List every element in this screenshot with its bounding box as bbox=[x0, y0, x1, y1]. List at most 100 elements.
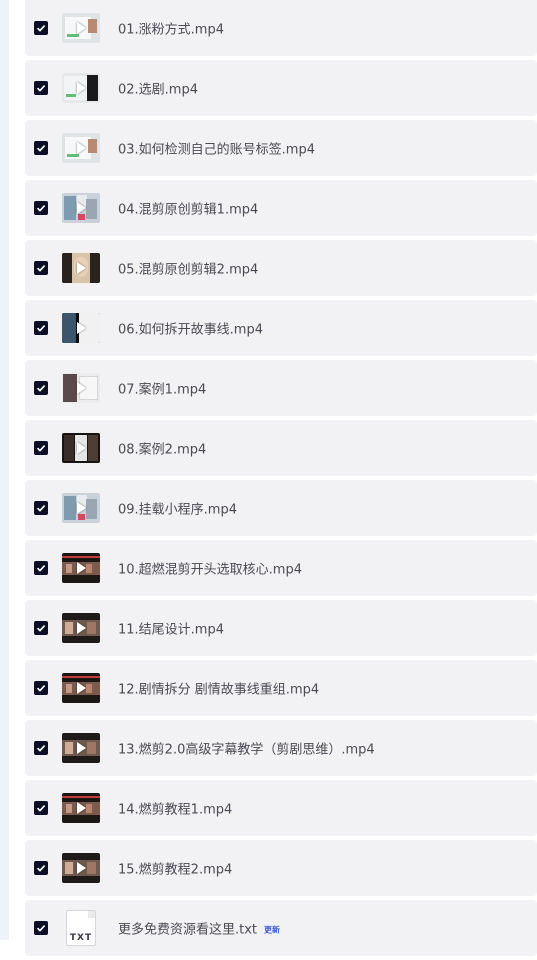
video-thumbnail[interactable] bbox=[62, 373, 100, 403]
file-checkbox[interactable] bbox=[34, 381, 48, 395]
file-row[interactable]: 07.案例1.mp4 bbox=[25, 360, 537, 416]
play-icon bbox=[77, 682, 86, 694]
file-name[interactable]: 01.涨粉方式.mp4 bbox=[118, 19, 224, 38]
file-checkbox[interactable] bbox=[34, 141, 48, 155]
txt-file-icon[interactable]: TXT bbox=[66, 910, 96, 946]
file-checkbox[interactable] bbox=[34, 201, 48, 215]
file-row[interactable]: 01.涨粉方式.mp4 bbox=[25, 0, 537, 56]
play-icon bbox=[77, 322, 86, 334]
file-checkbox[interactable] bbox=[34, 21, 48, 35]
checkmark-icon bbox=[36, 445, 46, 452]
play-icon bbox=[77, 82, 86, 94]
checkmark-icon bbox=[36, 925, 46, 932]
file-checkbox[interactable] bbox=[34, 261, 48, 275]
video-thumbnail[interactable] bbox=[62, 433, 100, 463]
file-name[interactable]: 04.混剪原创剪辑1.mp4 bbox=[118, 199, 258, 218]
checkmark-icon bbox=[36, 25, 46, 32]
file-row[interactable]: 09.挂载小程序.mp4 bbox=[25, 480, 537, 536]
txt-label: TXT bbox=[69, 933, 93, 943]
video-thumbnail[interactable] bbox=[62, 313, 100, 343]
checkmark-icon bbox=[36, 505, 46, 512]
file-row[interactable]: 15.燃剪教程2.mp4 bbox=[25, 840, 537, 896]
play-icon bbox=[77, 802, 86, 814]
file-name[interactable]: 06.如何拆开故事线.mp4 bbox=[118, 319, 263, 338]
file-row[interactable]: 04.混剪原创剪辑1.mp4 bbox=[25, 180, 537, 236]
play-icon bbox=[77, 142, 86, 154]
video-thumbnail[interactable] bbox=[62, 193, 100, 223]
video-thumbnail[interactable] bbox=[62, 853, 100, 883]
video-thumbnail[interactable] bbox=[62, 133, 100, 163]
play-icon bbox=[77, 622, 86, 634]
checkmark-icon bbox=[36, 865, 46, 872]
checkmark-icon bbox=[36, 805, 46, 812]
file-checkbox[interactable] bbox=[34, 681, 48, 695]
video-thumbnail[interactable] bbox=[62, 613, 100, 643]
file-checkbox[interactable] bbox=[34, 321, 48, 335]
video-thumbnail[interactable] bbox=[62, 73, 100, 103]
file-checkbox[interactable] bbox=[34, 741, 48, 755]
file-checkbox[interactable] bbox=[34, 621, 48, 635]
checkmark-icon bbox=[36, 145, 46, 152]
video-thumbnail[interactable] bbox=[62, 673, 100, 703]
file-name[interactable]: 15.燃剪教程2.mp4 bbox=[118, 859, 232, 878]
file-checkbox[interactable] bbox=[34, 561, 48, 575]
file-row[interactable]: 05.混剪原创剪辑2.mp4 bbox=[25, 240, 537, 296]
file-name[interactable]: 09.挂载小程序.mp4 bbox=[118, 499, 237, 518]
file-row[interactable]: 02.选剧.mp4 bbox=[25, 60, 537, 116]
file-name[interactable]: 13.燃剪2.0高级字幕教学（剪剧思维）.mp4 bbox=[118, 739, 375, 758]
play-icon bbox=[77, 202, 86, 214]
file-checkbox[interactable] bbox=[34, 801, 48, 815]
play-icon bbox=[77, 742, 86, 754]
checkmark-icon bbox=[36, 745, 46, 752]
file-row[interactable]: TXT 更多免费资源看这里.txt 更新 bbox=[25, 900, 537, 956]
play-icon bbox=[77, 442, 86, 454]
file-checkbox[interactable] bbox=[34, 921, 48, 935]
checkmark-icon bbox=[36, 565, 46, 572]
file-checkbox[interactable] bbox=[34, 501, 48, 515]
video-thumbnail[interactable] bbox=[62, 553, 100, 583]
play-icon bbox=[77, 382, 86, 394]
play-icon bbox=[77, 562, 86, 574]
checkmark-icon bbox=[36, 205, 46, 212]
checkmark-icon bbox=[36, 625, 46, 632]
file-row[interactable]: 06.如何拆开故事线.mp4 bbox=[25, 300, 537, 356]
file-name[interactable]: 12.剧情拆分 剧情故事线重组.mp4 bbox=[118, 679, 319, 698]
play-icon bbox=[77, 22, 86, 34]
checkmark-icon bbox=[36, 385, 46, 392]
checkmark-icon bbox=[36, 325, 46, 332]
play-icon bbox=[77, 502, 86, 514]
checkmark-icon bbox=[36, 85, 46, 92]
file-checkbox[interactable] bbox=[34, 81, 48, 95]
checkmark-icon bbox=[36, 685, 46, 692]
update-badge: 更新 bbox=[264, 925, 281, 935]
file-row[interactable]: 11.结尾设计.mp4 bbox=[25, 600, 537, 656]
file-row[interactable]: 10.超燃混剪开头选取核心.mp4 bbox=[25, 540, 537, 596]
video-thumbnail[interactable] bbox=[62, 733, 100, 763]
file-name[interactable]: 更多免费资源看这里.txt 更新 bbox=[118, 919, 280, 938]
video-thumbnail[interactable] bbox=[62, 493, 100, 523]
file-name[interactable]: 07.案例1.mp4 bbox=[118, 379, 206, 398]
file-row[interactable]: 12.剧情拆分 剧情故事线重组.mp4 bbox=[25, 660, 537, 716]
file-row[interactable]: 03.如何检测自己的账号标签.mp4 bbox=[25, 120, 537, 176]
file-row[interactable]: 14.燃剪教程1.mp4 bbox=[25, 780, 537, 836]
file-name[interactable]: 14.燃剪教程1.mp4 bbox=[118, 799, 232, 818]
checkmark-icon bbox=[36, 265, 46, 272]
file-row[interactable]: 13.燃剪2.0高级字幕教学（剪剧思维）.mp4 bbox=[25, 720, 537, 776]
file-name[interactable]: 08.案例2.mp4 bbox=[118, 439, 206, 458]
file-name[interactable]: 03.如何检测自己的账号标签.mp4 bbox=[118, 139, 315, 158]
file-list: 01.涨粉方式.mp4 02.选剧.mp4 03.如何检测自己的账号标签.mp4… bbox=[25, 0, 537, 960]
file-checkbox[interactable] bbox=[34, 441, 48, 455]
play-icon bbox=[77, 262, 86, 274]
file-name[interactable]: 05.混剪原创剪辑2.mp4 bbox=[118, 259, 258, 278]
video-thumbnail[interactable] bbox=[62, 13, 100, 43]
file-name[interactable]: 11.结尾设计.mp4 bbox=[118, 619, 224, 638]
left-edge-strip bbox=[0, 0, 9, 940]
video-thumbnail[interactable] bbox=[62, 253, 100, 283]
file-checkbox[interactable] bbox=[34, 861, 48, 875]
file-name[interactable]: 10.超燃混剪开头选取核心.mp4 bbox=[118, 559, 302, 578]
file-row[interactable]: 08.案例2.mp4 bbox=[25, 420, 537, 476]
video-thumbnail[interactable] bbox=[62, 793, 100, 823]
file-name[interactable]: 02.选剧.mp4 bbox=[118, 79, 198, 98]
play-icon bbox=[77, 862, 86, 874]
file-name-text: 更多免费资源看这里.txt bbox=[118, 922, 258, 938]
